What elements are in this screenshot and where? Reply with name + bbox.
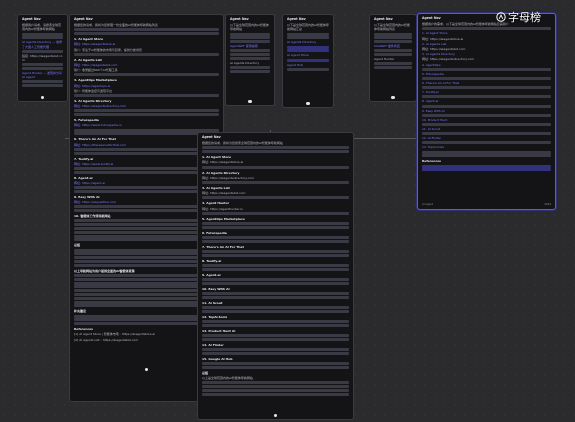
site-link[interactable]: 网址: https://aiagentsdirectory.com [422, 57, 551, 61]
site-link[interactable]: 网址: https://agenthunter.io [202, 207, 349, 211]
agent-panel-7[interactable]: Agent Nav 根据您的请求，我将为您搜索全球范围内的AI智能体导航网站 1… [197, 132, 354, 420]
panel-title: Agent Nav [74, 17, 93, 21]
panel-title: Agent Nav [230, 17, 249, 21]
panel-footer: AI Agent 2024 [422, 203, 551, 207]
panel-line: AgentGPT 使用指南 [230, 44, 258, 49]
site-heading[interactable]: 5. AgentOps Marketplace [202, 217, 349, 221]
panel-line: Agent Hunter — 发现并分享AI Agent [22, 71, 63, 80]
panel-line: Agent Hunter [374, 57, 395, 62]
site-link[interactable]: 网址: https://aiagentsdirectory.com [74, 104, 219, 108]
site-heading[interactable]: 7. Toolify.ai [422, 90, 551, 94]
site-heading: 1. AI Agent Store [74, 37, 104, 42]
site-link[interactable]: 网址: https://agentops.ai [74, 84, 219, 88]
site-link[interactable]: 网址: https://www.futurepedia.io [74, 123, 219, 127]
site-desc: 简介: 智能体监控与发现平台 [74, 88, 112, 93]
site-link[interactable]: 网址: https://aiagentsdirectory.com [202, 176, 349, 180]
site-link[interactable]: 网址: https://aiagentslist.com [422, 47, 551, 51]
panel-line: AI Agents Directory — 收录了大量人工智能代理 [22, 40, 63, 49]
agent-panel-4[interactable]: Agent Nav 以下是全球范围内的AI智能体导航网站汇总 AI Agents… [282, 14, 334, 108]
scroll-handle[interactable] [391, 95, 395, 99]
site-link[interactable]: 网址: https://aiagentslist.com [74, 63, 219, 67]
brand-logo-icon [496, 12, 506, 22]
panel-link[interactable]: 链接: https://aiagentslist.com [22, 54, 63, 62]
site-heading[interactable]: 3. AI Agents List [202, 186, 349, 190]
site-heading[interactable]: 8. Toolify.ai [202, 259, 349, 263]
site-heading: 5. Futurepedia [74, 118, 99, 123]
site-link[interactable]: 网址: https://aiagentslist.com [202, 191, 349, 195]
site-heading[interactable]: 10. Easy With AI [202, 287, 349, 291]
site-heading: 4. AI Agents Directory [74, 99, 112, 104]
site-heading: 3. AgentOps Marketplace [74, 78, 117, 83]
site-heading[interactable]: 14. AI Finder [202, 343, 349, 347]
site-heading: 2. AI Agents List [74, 57, 102, 62]
agent-panel-3[interactable]: Agent Nav 以下是全球范围内的AI智能体导航网站 AgentGPT 使用… [225, 14, 275, 106]
site-heading[interactable]: 5. Futurepedia [422, 72, 551, 76]
panel-title: Agent Nav [22, 17, 41, 21]
site-heading[interactable]: 13. Product Hunt AI [202, 329, 349, 333]
panel-line: AI Agents Directory [230, 61, 260, 65]
site-heading[interactable]: 1. AI Agent Store [422, 31, 551, 35]
panel-line: 以下是全球范围内的AI智能体导航网站汇总 [287, 23, 329, 32]
scroll-handle[interactable] [248, 99, 252, 103]
site-heading[interactable]: 2. AI Agents Directory [202, 171, 349, 175]
site-heading[interactable]: 12. AI Finder [422, 136, 551, 140]
panel-line: 以上是全球范围内的AI智能体导航网站 [202, 376, 253, 381]
panel-title: Agent Nav [202, 135, 221, 139]
panel-line: 根据您的请求，我将为您搜索全球范围内的AI智能体导航网站 [202, 141, 283, 146]
footer-left: AI Agent [422, 202, 434, 206]
agent-panel-5[interactable]: Agent Nav 以下是全球范围内的AI智能体导航网站列表 ChatGPT 插… [369, 14, 417, 102]
scroll-handle[interactable] [306, 101, 310, 105]
panel-line: 根据用户请求，请搜索全球范围内的AI智能体导航网站 [22, 23, 62, 32]
scroll-handle[interactable] [40, 95, 45, 99]
agent-panel-1[interactable]: Agent Nav 根据用户请求，请搜索全球范围内的AI智能体导航网站 AI A… [17, 14, 68, 102]
site-heading[interactable]: 12. TopAI.tools [202, 315, 349, 319]
scroll-handle[interactable] [273, 413, 278, 417]
site-heading[interactable]: 1. AI Agent Store [202, 155, 349, 159]
agent-panel-6-selected[interactable]: Agent Nav 根据用户的需求，以下是全球范围内的AI智能体导航网站及其简介… [417, 13, 556, 210]
panel-line: AI Agents Directory [287, 40, 317, 45]
site-heading[interactable]: 9. Agent.ai [202, 273, 349, 277]
scroll-handle[interactable] [144, 367, 149, 371]
panel-title: Agent Nav [287, 17, 306, 21]
site-heading[interactable]: 10. Product Hunt [422, 118, 551, 122]
site-heading[interactable]: 15. Google AI Hub [202, 357, 349, 361]
site-heading[interactable]: 6. There's An AI For That [422, 81, 551, 85]
site-heading[interactable]: 2. AI Agents List [422, 42, 551, 46]
panel-line: ChatGPT 插件商店 [374, 44, 400, 49]
panel-line: Agent Hub [287, 62, 303, 67]
panel-line: 以下是全球范围内的AI智能体导航网站 [230, 23, 269, 32]
site-link[interactable]: 网址: https://aiagentstore.ai [422, 37, 551, 41]
site-desc: 简介: 专注于AI智能体的市场与目录，提供分类浏览 [74, 47, 142, 52]
site-desc: 简介: 收录超过600个AI代理工具 [74, 68, 118, 73]
site-link[interactable]: 网址: https://aiagentstore.ai [74, 42, 219, 46]
site-heading[interactable]: 11. AI Scout [202, 301, 349, 305]
site-heading[interactable]: 3. AI Agents Directory [422, 52, 551, 56]
watermark-text: 字母榜 [508, 11, 541, 24]
panel-line: 根据您的请求，我将为您整理一份全面的AI智能体导航网站列表 [74, 23, 158, 28]
references-heading: References [422, 159, 441, 164]
section-heading: 总结 [202, 370, 209, 375]
site-heading[interactable]: 4. Agent Hunter [202, 201, 349, 205]
site-link[interactable]: 网址: https://aiagentstore.ai [202, 160, 349, 164]
panel-line: 以下是全球范围内的AI智能体导航网站列表 [374, 23, 410, 32]
site-heading[interactable]: 6. Futurepedia [202, 231, 349, 235]
site-heading[interactable]: 4. AgentOps [422, 63, 551, 67]
site-heading[interactable]: 13. TopAI.tools [422, 145, 551, 149]
watermark: 字母榜 [496, 9, 541, 25]
footer-right: 2024 [544, 202, 551, 206]
panel-title: Agent Nav [374, 17, 393, 21]
panel-line: AI Agent Store [287, 53, 309, 58]
site-heading[interactable]: 11. AI Scout [422, 127, 551, 131]
site-heading[interactable]: 7. There's An AI For That [202, 245, 349, 249]
site-heading[interactable]: 8. Agent.ai [422, 99, 551, 103]
site-heading[interactable]: 9. Easy With AI [422, 109, 551, 113]
